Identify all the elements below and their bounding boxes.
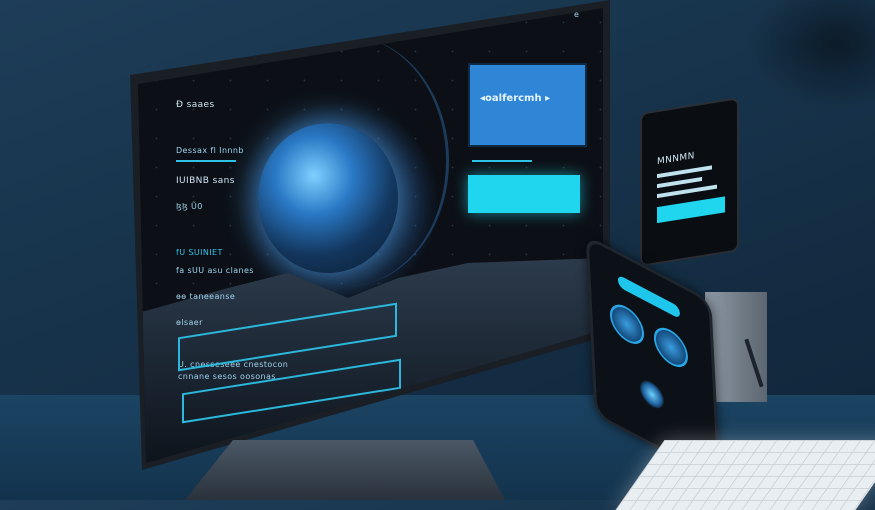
hero-subtext: ɮɮ Ũ0 <box>176 202 203 211</box>
body-text-1: fa sUU asu clanes <box>176 266 254 275</box>
section-heading: fU SUINIET <box>176 248 223 257</box>
monitor-stand <box>185 440 505 500</box>
plant-shadow <box>745 0 875 110</box>
tablet-text-line <box>657 165 712 179</box>
site-logo[interactable]: Ð saaes <box>176 100 215 110</box>
nav-text-1: Dessax fl Innnb <box>176 146 244 155</box>
nav-underline <box>176 160 236 162</box>
tablet-heading: MNNMN <box>657 151 695 168</box>
tablet-cta-button[interactable] <box>657 196 725 224</box>
phone-planet-circle-right[interactable] <box>653 320 689 374</box>
planet-hero-image <box>258 123 398 273</box>
footer-text-2: cnnane sesos oosonas <box>178 372 276 381</box>
cta-button[interactable] <box>468 175 580 213</box>
feature-panel-title: ◂oalfercmh ▸ <box>480 93 551 104</box>
feature-panel[interactable]: ◂oalfercmh ▸ <box>468 63 587 147</box>
tablet-text-line <box>657 177 702 189</box>
body-text-3: ɵlsaer <box>176 318 203 327</box>
phone-planet-icon[interactable] <box>639 375 665 414</box>
tablet-device: MNNMN <box>640 97 739 267</box>
body-text-2: ɵɵ taneeanse <box>176 292 236 301</box>
hero-heading: IUIBNB sans <box>176 176 235 186</box>
phone-planet-circle-left[interactable] <box>609 297 645 351</box>
panel-divider <box>472 160 532 162</box>
